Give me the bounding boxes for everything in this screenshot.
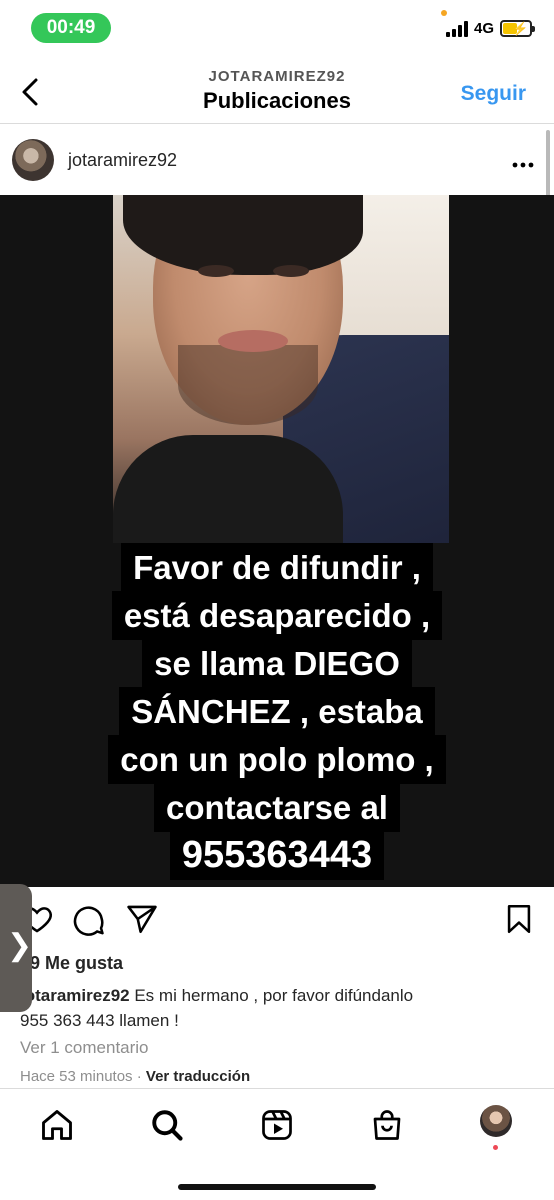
post-username[interactable]: jotaramirez92 <box>68 150 177 171</box>
view-comments-link[interactable]: Ver 1 comentario <box>20 1038 149 1058</box>
post-image[interactable]: Favor de difundir , está desaparecido , … <box>0 195 554 887</box>
more-options-button[interactable] <box>512 149 534 175</box>
nav-search[interactable] <box>149 1107 185 1143</box>
scrollbar[interactable] <box>546 130 550 200</box>
avatar[interactable] <box>12 139 54 181</box>
translate-link[interactable]: Ver traducción <box>146 1068 250 1085</box>
image-text-line: con un polo plomo , <box>108 735 446 784</box>
image-text-line: SÁNCHEZ , estaba <box>119 687 435 736</box>
post-caption: jotaramirez92 Es mi hermano , por favor … <box>20 983 520 1033</box>
comment-icon <box>73 906 104 936</box>
caption-text-continued: 955 363 443 llamen ! <box>20 1011 179 1030</box>
comment-button[interactable] <box>72 902 106 941</box>
follow-button[interactable]: Seguir <box>461 82 526 106</box>
image-text-line: contactarse al <box>154 783 400 832</box>
shop-icon <box>373 1110 401 1140</box>
post-header: jotaramirez92 <box>0 125 554 195</box>
share-button[interactable] <box>125 902 159 941</box>
side-panel-handle[interactable]: ❯ <box>0 884 32 1012</box>
caption-text: Es mi hermano , por favor difúndanlo <box>129 986 414 1005</box>
status-indicators: 4G ⚡ <box>445 20 535 37</box>
search-icon <box>152 1110 183 1141</box>
nav-reels[interactable] <box>259 1107 295 1143</box>
status-bar: 00:49 4G ⚡ <box>0 0 554 56</box>
home-icon <box>42 1110 72 1140</box>
send-icon <box>127 905 157 934</box>
bottom-navigation <box>0 1088 554 1200</box>
caption-username[interactable]: jotaramirez92 <box>20 986 130 1005</box>
save-button[interactable] <box>502 902 536 941</box>
more-horizontal-icon <box>512 162 534 168</box>
image-text-line: está desaparecido , <box>111 591 443 640</box>
image-text-line: 955363443 <box>169 831 385 880</box>
image-text-line: Favor de difundir , <box>121 543 433 592</box>
post-actions <box>0 898 554 942</box>
battery-icon: ⚡ <box>500 20 535 37</box>
page-header: JOTARAMIREZ92 Publicaciones Seguir <box>0 60 554 124</box>
home-indicator[interactable] <box>178 1184 376 1190</box>
reels-icon <box>262 1110 292 1140</box>
nav-shop[interactable] <box>369 1107 405 1143</box>
chevron-right-icon: ❯ <box>7 929 33 962</box>
status-time: 00:49 <box>31 13 111 43</box>
meta-separator: · <box>136 1068 142 1085</box>
notification-dot <box>493 1145 498 1150</box>
nav-home[interactable] <box>39 1107 75 1143</box>
nav-profile-avatar[interactable] <box>480 1105 512 1137</box>
like-count[interactable]: 9 Me gusta <box>30 953 123 974</box>
post-photo <box>113 195 449 543</box>
location-indicator-icon <box>441 10 447 16</box>
image-text-overlay: Favor de difundir , está desaparecido , … <box>0 543 554 880</box>
signal-icon <box>445 20 468 37</box>
post-meta: Hace 53 minutos · Ver traducción <box>20 1068 250 1085</box>
image-text-line: se llama DIEGO <box>142 639 412 688</box>
bookmark-icon <box>507 904 531 934</box>
post-timestamp: Hace 53 minutos <box>20 1068 133 1085</box>
network-type: 4G <box>473 20 494 37</box>
